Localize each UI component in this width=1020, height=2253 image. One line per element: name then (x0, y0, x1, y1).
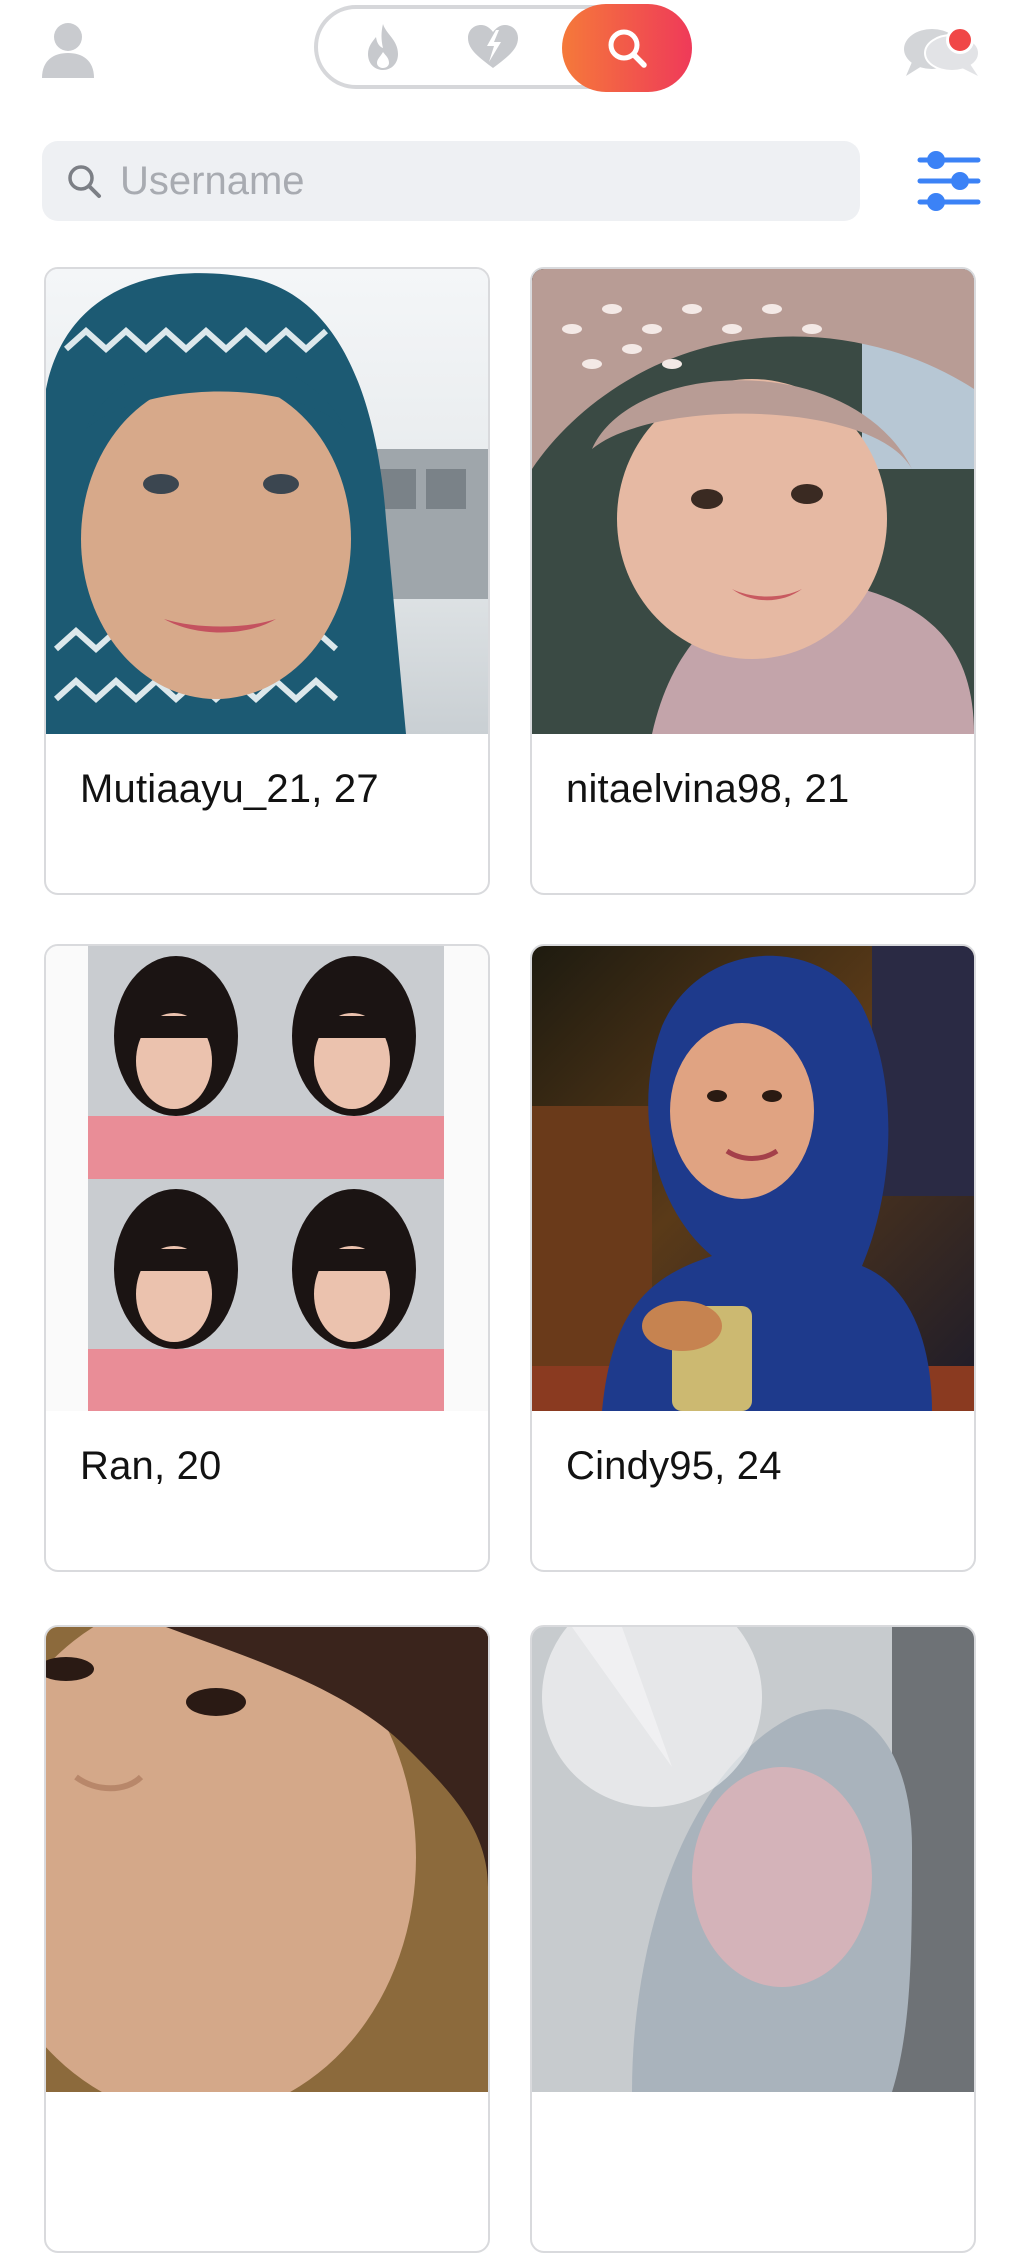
user-icon (42, 23, 94, 78)
profile-button[interactable] (40, 20, 96, 80)
profile-photo (46, 269, 488, 734)
profile-card[interactable]: Cindy95, 24 (530, 944, 976, 1572)
search-icon (68, 165, 101, 198)
username-search-input[interactable] (118, 150, 860, 212)
tab-likes[interactable] (443, 9, 543, 85)
profile-photo (46, 946, 488, 1411)
profile-photo (532, 1627, 974, 2092)
profile-name-age: nitaelvina98, 21 (566, 767, 850, 811)
profile-card[interactable] (44, 1625, 490, 2253)
profile-name-age: Mutiaayu_21, 27 (80, 767, 379, 811)
flame-icon (368, 24, 398, 70)
notification-badge (946, 26, 974, 54)
profile-card[interactable]: nitaelvina98, 21 (530, 267, 976, 895)
filter-button[interactable] (916, 148, 982, 214)
profile-card[interactable]: Mutiaayu_21, 27 (44, 267, 490, 895)
profile-photo (532, 946, 974, 1411)
search-icon (608, 29, 647, 68)
tab-hot[interactable] (338, 9, 428, 85)
tab-search[interactable] (562, 4, 692, 92)
profile-name-age: Cindy95, 24 (566, 1444, 782, 1488)
messages-button[interactable] (902, 22, 982, 80)
profile-card[interactable]: Ran, 20 (44, 944, 490, 1572)
profile-card[interactable] (530, 1625, 976, 2253)
lightning-heart-icon (468, 25, 518, 68)
profile-name-age: Ran, 20 (80, 1444, 222, 1488)
profile-photo (46, 1627, 488, 2092)
search-bar (42, 141, 860, 221)
profile-photo (532, 269, 974, 734)
sliders-icon (917, 151, 981, 211)
